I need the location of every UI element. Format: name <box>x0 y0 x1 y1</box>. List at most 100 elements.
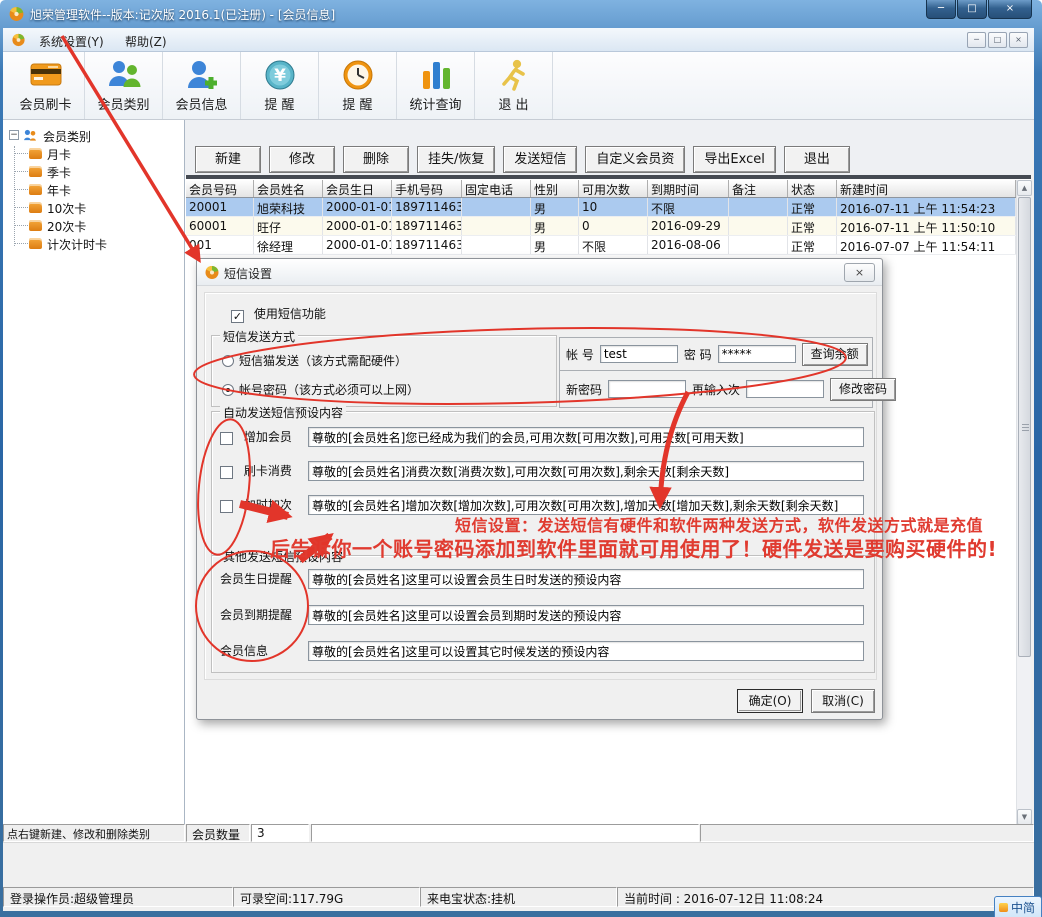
sms-settings-dialog: 短信设置 × ✓ 使用短信功能 短信发送方式 短信猫发送（该方式需配硬件） 帐号… <box>196 258 897 720</box>
maximize-button[interactable]: □ <box>957 0 987 19</box>
exit-icon <box>501 59 525 91</box>
toolbar-label: 会员信息 <box>175 98 228 113</box>
action-buttons: 新建 修改 删除 挂失/恢复 发送短信 自定义会员资 导出Excel 退出 <box>195 146 850 173</box>
toolbar-reminder[interactable]: 提 醒 <box>319 52 397 119</box>
radio-icon[interactable] <box>222 355 234 367</box>
table-row[interactable]: 001 徐经理 2000-01-01 18971146361 男 不限 2016… <box>186 236 1016 255</box>
toolbar-add-time[interactable]: ¥ 提 醒 <box>241 52 319 119</box>
menu-bar: 系统设置(Y) 帮助(Z) ─ □ × <box>3 28 1034 52</box>
enable-sms-label: 使用短信功能 <box>253 307 326 321</box>
toolbar-member-card[interactable]: 会员刷卡 <box>7 52 85 119</box>
col-birthday: 会员生日 <box>323 180 392 197</box>
tree-item-10-times-card[interactable]: 10次卡 <box>3 198 184 216</box>
scroll-down-icon[interactable]: ▼ <box>1017 809 1032 825</box>
toolbar-statistics[interactable]: 统计查询 <box>397 52 475 119</box>
tree-item-season-card[interactable]: 季卡 <box>3 162 184 180</box>
toolbar-member-types[interactable]: 会员类别 <box>85 52 163 119</box>
table-row[interactable]: 60001 旺仔 2000-01-01 18971146361 男 0 2016… <box>186 217 1016 236</box>
account-input[interactable] <box>599 345 678 363</box>
tree-item-month-card[interactable]: 月卡 <box>3 144 184 162</box>
checkbox-unchecked-icon[interactable] <box>220 466 233 479</box>
checkbox-checked-icon[interactable]: ✓ <box>231 310 244 323</box>
tree-root-member-types[interactable]: − 会员类别 <box>3 126 184 144</box>
tree-collapse-icon[interactable]: − <box>9 130 19 140</box>
preset-add-member-input[interactable] <box>308 427 864 447</box>
preset-expiry-input[interactable] <box>308 605 864 625</box>
modify-button[interactable]: 修改 <box>269 146 335 173</box>
radio-sms-modem[interactable]: 短信猫发送（该方式需配硬件） <box>222 352 407 369</box>
tree-item-year-card[interactable]: 年卡 <box>3 180 184 198</box>
mdi-minimize-button[interactable]: ─ <box>967 32 986 48</box>
tree-item-20-times-card[interactable]: 20次卡 <box>3 216 184 234</box>
ime-indicator[interactable]: 中简 <box>994 896 1042 917</box>
new-button[interactable]: 新建 <box>195 146 261 173</box>
custom-member-fields-button[interactable]: 自定义会员资 <box>585 146 686 173</box>
cell: 2016-09-29 <box>648 217 729 235</box>
col-status: 状态 <box>788 180 837 197</box>
radio-selected-icon[interactable] <box>222 384 234 396</box>
cell <box>729 236 788 254</box>
toolbar-member-info[interactable]: 会员信息 <box>163 52 241 119</box>
cell: 2016-07-07 上午 11:54:11 <box>837 236 1016 254</box>
preset-birthday-input[interactable] <box>308 569 864 589</box>
tree-item-label: 季卡 <box>47 166 72 180</box>
new-password-input[interactable] <box>608 380 687 398</box>
toolbar-exit[interactable]: 退 出 <box>475 52 553 119</box>
col-remark: 备注 <box>729 180 788 197</box>
close-button[interactable]: × <box>988 0 1032 19</box>
checkbox-unchecked-icon[interactable] <box>220 432 233 445</box>
dialog-close-icon[interactable]: × <box>844 263 875 282</box>
auto-sms-group-label: 自动发送短信预设内容 <box>220 404 347 421</box>
cell: 10 <box>579 198 648 216</box>
cell: 001 <box>186 236 254 254</box>
ok-button[interactable]: 确定(O) <box>737 689 803 713</box>
confirm-password-input[interactable] <box>746 380 825 398</box>
radio-account-password[interactable]: 帐号密码（该方式必须可以上网） <box>222 381 419 398</box>
export-excel-button[interactable]: 导出Excel <box>693 146 776 173</box>
minimize-button[interactable]: ─ <box>926 0 956 19</box>
footer-empty-box <box>311 824 699 842</box>
mdi-close-button[interactable]: × <box>1009 32 1028 48</box>
cell: 18971146361 <box>392 236 462 254</box>
radio-label: 帐号密码（该方式必须可以上网） <box>239 383 420 397</box>
cell <box>462 217 531 235</box>
loss-restore-button[interactable]: 挂失/恢复 <box>417 146 496 173</box>
dialog-logo-icon <box>205 265 219 279</box>
enable-sms-checkbox[interactable]: ✓ 使用短信功能 <box>231 305 326 323</box>
delete-button[interactable]: 删除 <box>343 146 409 173</box>
tree-root-label: 会员类别 <box>43 130 92 144</box>
mdi-restore-button[interactable]: □ <box>988 32 1007 48</box>
cancel-button[interactable]: 取消(C) <box>811 689 875 713</box>
cell: 0 <box>579 217 648 235</box>
scrollbar-grip <box>1022 427 1029 428</box>
col-mobile: 手机号码 <box>392 180 462 197</box>
preset-member-info-input[interactable] <box>308 641 864 661</box>
change-password-button[interactable]: 修改密码 <box>830 377 897 401</box>
preset-member-info: 会员信息 <box>220 641 864 662</box>
table-row[interactable]: 20001 旭荣科技 2000-01-01 18971146371 男 10 不… <box>186 198 1016 217</box>
col-member-number: 会员号码 <box>186 180 254 197</box>
query-balance-button[interactable]: 查询余额 <box>801 342 868 366</box>
preset-card-consume-input[interactable] <box>308 461 864 481</box>
menu-system-settings[interactable]: 系统设置(Y) <box>35 32 108 51</box>
member-table: 会员号码 会员姓名 会员生日 手机号码 固定电话 性别 可用次数 到期时间 备注… <box>186 180 1016 255</box>
tree-item-count-time-card[interactable]: 计次计时卡 <box>3 234 184 252</box>
toolbar-label: 退 出 <box>498 98 529 113</box>
member-card-icon <box>30 63 61 86</box>
toolbar: 会员刷卡 会员类别 会员信息 ¥ 提 醒 提 醒 统计查询 退 出 <box>3 52 1034 120</box>
password-input[interactable] <box>717 345 796 363</box>
tree-item-label: 年卡 <box>47 184 72 198</box>
preset-label: 加时加次 <box>243 498 292 512</box>
status-operator: 登录操作员:超级管理员 <box>3 887 233 907</box>
exit-list-button[interactable]: 退出 <box>783 146 850 173</box>
checkbox-unchecked-icon[interactable] <box>220 500 233 513</box>
send-sms-button[interactable]: 发送短信 <box>503 146 578 173</box>
menu-help[interactable]: 帮助(Z) <box>121 32 171 51</box>
preset-add-time-input[interactable] <box>308 495 864 515</box>
scroll-up-icon[interactable]: ▲ <box>1017 180 1032 196</box>
scrollbar-thumb[interactable] <box>1018 197 1031 657</box>
ime-label: 中简 <box>1011 901 1036 915</box>
toolbar-label: 提 醒 <box>264 98 295 113</box>
toolbar-label: 会员类别 <box>97 98 150 113</box>
send-method-group: 短信发送方式 短信猫发送（该方式需配硬件） 帐号密码（该方式必须可以上网） <box>211 328 557 407</box>
